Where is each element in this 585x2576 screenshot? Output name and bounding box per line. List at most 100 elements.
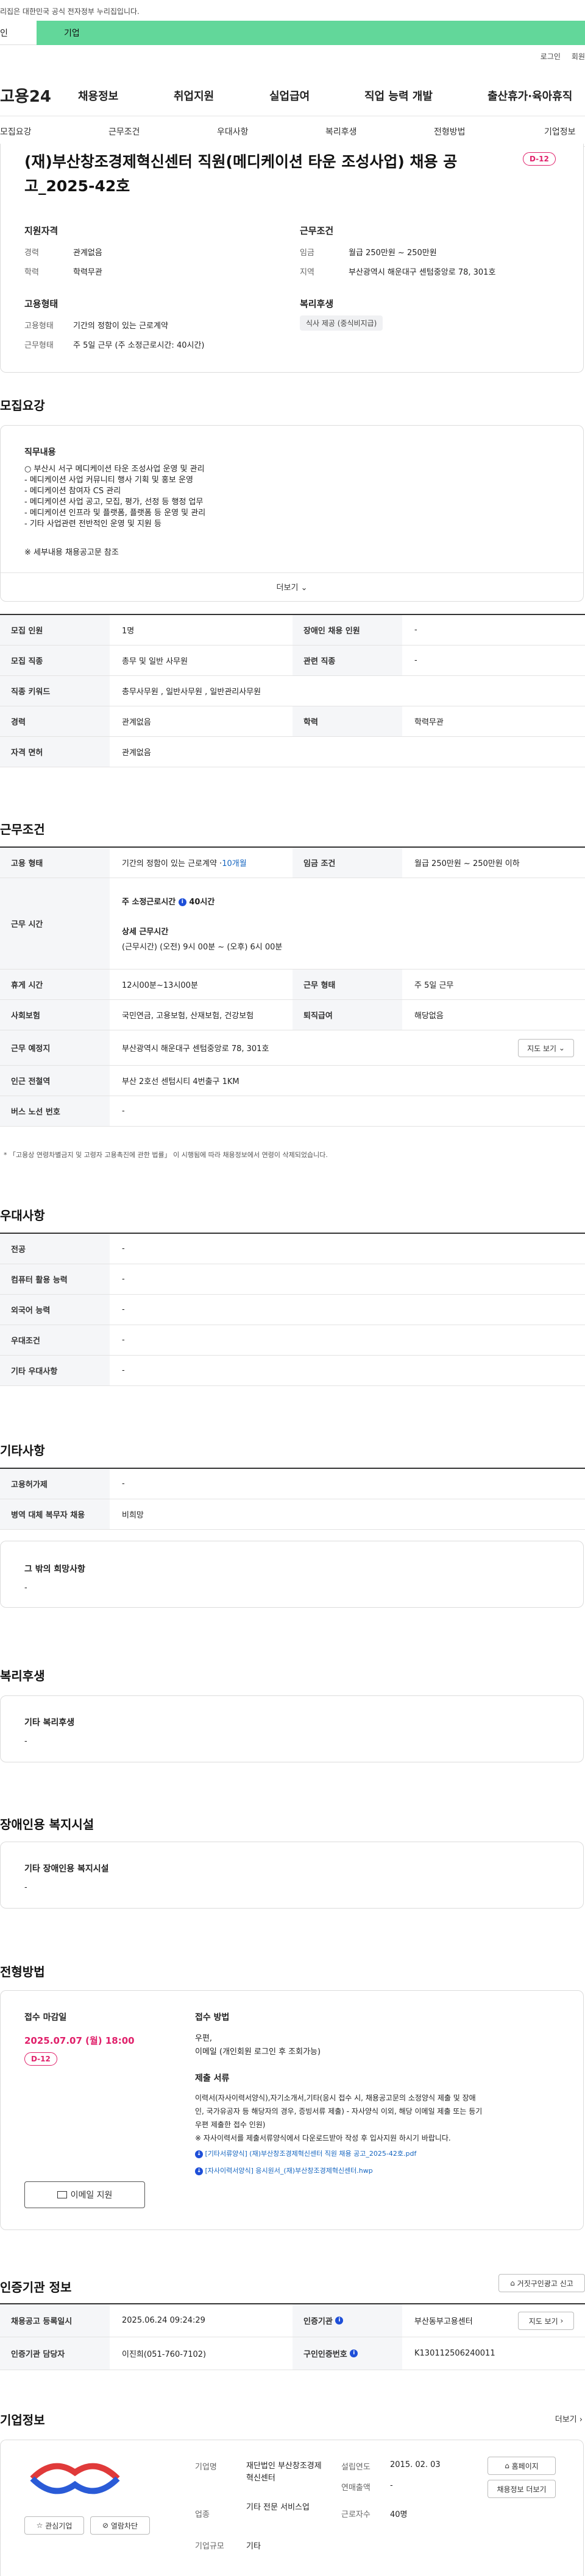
row-value: 1명 xyxy=(122,627,135,636)
company-name-label: 기업명 xyxy=(195,2463,217,2472)
email-apply-button[interactable]: 이메일 지원 xyxy=(24,2181,145,2208)
signup-link[interactable]: 회원 xyxy=(572,51,585,62)
row-label: 기타 우대사항 xyxy=(0,1356,110,1385)
row-label: 퇴직급여 xyxy=(292,1000,402,1030)
row-value: 학력무관 xyxy=(414,718,444,727)
table-row: 근무 시간 주 소정근로시간 i 40시간 상세 근무시간 (근무시간) (오전… xyxy=(0,878,585,970)
tab-recruit[interactable]: 모집요강 xyxy=(0,125,32,138)
row-label: 장애인 채용 인원 xyxy=(292,615,402,645)
dday-badge: D-12 xyxy=(523,152,556,166)
row-label: 컴퓨터 활용 능력 xyxy=(0,1264,110,1294)
agency-section-title: 인증기관 정보 xyxy=(0,2280,72,2295)
row-label: 임금 조건 xyxy=(292,848,402,878)
block-icon: ⊘ xyxy=(102,2521,109,2530)
tab-company[interactable]: 기업정보 xyxy=(544,125,576,138)
row-label: 사회보험 xyxy=(0,1000,110,1030)
info-icon[interactable]: i xyxy=(178,898,186,906)
deadline-value: 2025.07.07 (월) 18:00 xyxy=(24,2035,135,2046)
audience-tab-individual[interactable]: 인 xyxy=(0,21,37,45)
tab-preferences[interactable]: 우대사항 xyxy=(217,125,249,138)
duty-item: - 메디케이션 참여자 CS 관리 xyxy=(24,487,121,496)
homepage-button[interactable]: ⌂ 홈페이지 xyxy=(488,2457,556,2475)
nav-item-vocational-training[interactable]: 직업 능력 개발 xyxy=(364,88,433,104)
weekly-hours: 주 소정근로시간 i 40시간 xyxy=(122,898,215,907)
interest-company-button[interactable]: ☆ 관심기업 xyxy=(24,2516,84,2535)
row-label: 인증기관 i xyxy=(292,2304,402,2337)
row-label: 학력 xyxy=(292,706,402,736)
etc-section-title: 기타사항 xyxy=(0,1443,45,1458)
audience-tab-label: 인 xyxy=(0,28,8,38)
row-value: 이진희(051-760-7102) xyxy=(122,2350,207,2359)
row-label: 직종 키워드 xyxy=(0,676,110,706)
row-value: - xyxy=(122,1366,125,1375)
emptype-value: 기간의 정함이 있는 근로계약 xyxy=(73,322,168,331)
agency-map-button[interactable]: 지도 보기 › xyxy=(518,2312,574,2330)
row-value: - xyxy=(122,1479,125,1488)
work-table: 고용 형태 기간의 정함이 있는 근로계약 · 10개월 임금 조건 월급 25… xyxy=(0,846,585,1127)
table-row: 전공 - xyxy=(0,1234,585,1264)
duty-item: - 메디케이션 인프라 및 플랫폼, 플랫폼 등 운영 및 관리 xyxy=(24,509,206,518)
other-wish-value: - xyxy=(24,1583,27,1592)
tab-welfare[interactable]: 복리후생 xyxy=(325,125,357,138)
job-detail-tabs: 모집요강 근무조건 우대사항 복리후생 전형방법 기업정보 xyxy=(0,116,585,147)
report-fake-ad-button[interactable]: ⌂ 거짓구인광고 신고 xyxy=(498,2274,585,2292)
career-label: 경력 xyxy=(24,248,39,258)
nav-item-parental-leave[interactable]: 출산휴가·육아휴직 xyxy=(488,88,572,104)
row-label: 구인인증번호 i xyxy=(292,2337,402,2370)
established-value: 2015. 02. 03 xyxy=(390,2460,441,2469)
row-value: 부산동부고용센터 xyxy=(414,2317,473,2326)
established-label: 설립연도 xyxy=(341,2463,370,2472)
attachment-link[interactable]: ↓ [자사이력서양식] 응시원서_(재)부산창조경제혁신센터.hwp xyxy=(195,2166,373,2175)
agency-table: 채용공고 등록일시 2025.06.24 09:24:29 인증기관 i 부산동… xyxy=(0,2303,585,2370)
row-value: - xyxy=(122,1107,125,1116)
tab-work-conditions[interactable]: 근무조건 xyxy=(108,125,140,138)
facility-card xyxy=(0,1842,584,1909)
row-value: 부산광역시 해운대구 센텀중앙로 78, 301호 xyxy=(122,1044,269,1054)
row-label: 근무 예정지 xyxy=(0,1030,110,1065)
site-logo[interactable]: 고용24 xyxy=(0,84,51,107)
qual-heading: 지원자격 xyxy=(24,225,58,236)
company-section-title: 기업정보 xyxy=(0,2413,45,2427)
nav-item-jobs[interactable]: 채용정보 xyxy=(78,88,118,104)
table-row: 모집 인원 1명 장애인 채용 인원 - xyxy=(0,615,585,646)
gov-notice-text: 리집은 대한민국 공식 전자정부 누리집입니다. xyxy=(0,7,140,16)
table-row: 기타 우대사항 - xyxy=(0,1356,585,1386)
star-icon: ☆ xyxy=(36,2521,43,2530)
row-value: 총무 및 일반 사무원 xyxy=(122,657,188,666)
dday-badge: D-12 xyxy=(24,2052,57,2066)
table-row: 근무 예정지 부산광역시 해운대구 센텀중앙로 78, 301호 지도 보기 ⌄ xyxy=(0,1030,585,1066)
contract-months: 10개월 xyxy=(222,859,247,868)
audience-tab-company[interactable]: 기업 xyxy=(37,21,585,45)
worktype-label: 근무형태 xyxy=(24,341,54,350)
recruit-section-title: 모집요강 xyxy=(0,398,45,413)
company-more-link[interactable]: 더보기 › xyxy=(555,2413,583,2424)
map-view-button[interactable]: 지도 보기 ⌄ xyxy=(518,1039,574,1057)
duty-item: ○ 부산시 서구 메디케이션 타운 조성사업 운영 및 관리 xyxy=(24,465,205,474)
tab-selection[interactable]: 전형방법 xyxy=(434,125,466,138)
audience-switch: 인 기업 xyxy=(0,21,585,45)
nav-item-unemployment-benefit[interactable]: 실업급여 xyxy=(269,88,310,104)
chevron-right-icon: › xyxy=(560,2317,564,2325)
row-label: 채용공고 등록일시 xyxy=(0,2304,110,2337)
career-value: 관계없음 xyxy=(73,248,102,258)
company-logo xyxy=(29,2454,121,2503)
info-icon[interactable]: i xyxy=(335,2317,344,2324)
facility-value: - xyxy=(24,1883,27,1892)
docs-line: 우편 제출한 접수 인원) xyxy=(195,2120,266,2129)
nav-item-employment-support[interactable]: 취업지원 xyxy=(174,88,214,104)
welfare-value: - xyxy=(24,1737,27,1746)
recruit-table: 모집 인원 1명 장애인 채용 인원 - 모집 직종 총무 및 일반 사무원 관… xyxy=(0,614,585,767)
work-section-title: 근무조건 xyxy=(0,822,45,837)
more-button[interactable]: 더보기 ⌄ xyxy=(0,581,584,593)
login-link[interactable]: 로그인 xyxy=(541,51,561,62)
duty-item: - 메디케이션 사업 커뮤니티 행사 기획 및 홍보 운영 xyxy=(24,476,193,485)
attachment-link[interactable]: ↓ [기타서류양식] (재)부산창조경제혁신센터 직원 채용 공고_2025-4… xyxy=(195,2148,416,2158)
employees-value: 40명 xyxy=(390,2510,408,2519)
table-row: 휴게 시간 12시00분~13시00분 근무 형태 주 5일 근무 xyxy=(0,970,585,1000)
info-icon[interactable]: i xyxy=(350,2349,358,2357)
row-value: - xyxy=(414,625,417,635)
block-view-button[interactable]: ⊘ 열람차단 xyxy=(90,2516,150,2535)
row-label: 병역 대체 복무자 채용 xyxy=(0,1499,110,1529)
more-jobs-button[interactable]: 채용정보 더보기 xyxy=(488,2480,556,2498)
table-row: 고용 형태 기간의 정함이 있는 근로계약 · 10개월 임금 조건 월급 25… xyxy=(0,848,585,878)
